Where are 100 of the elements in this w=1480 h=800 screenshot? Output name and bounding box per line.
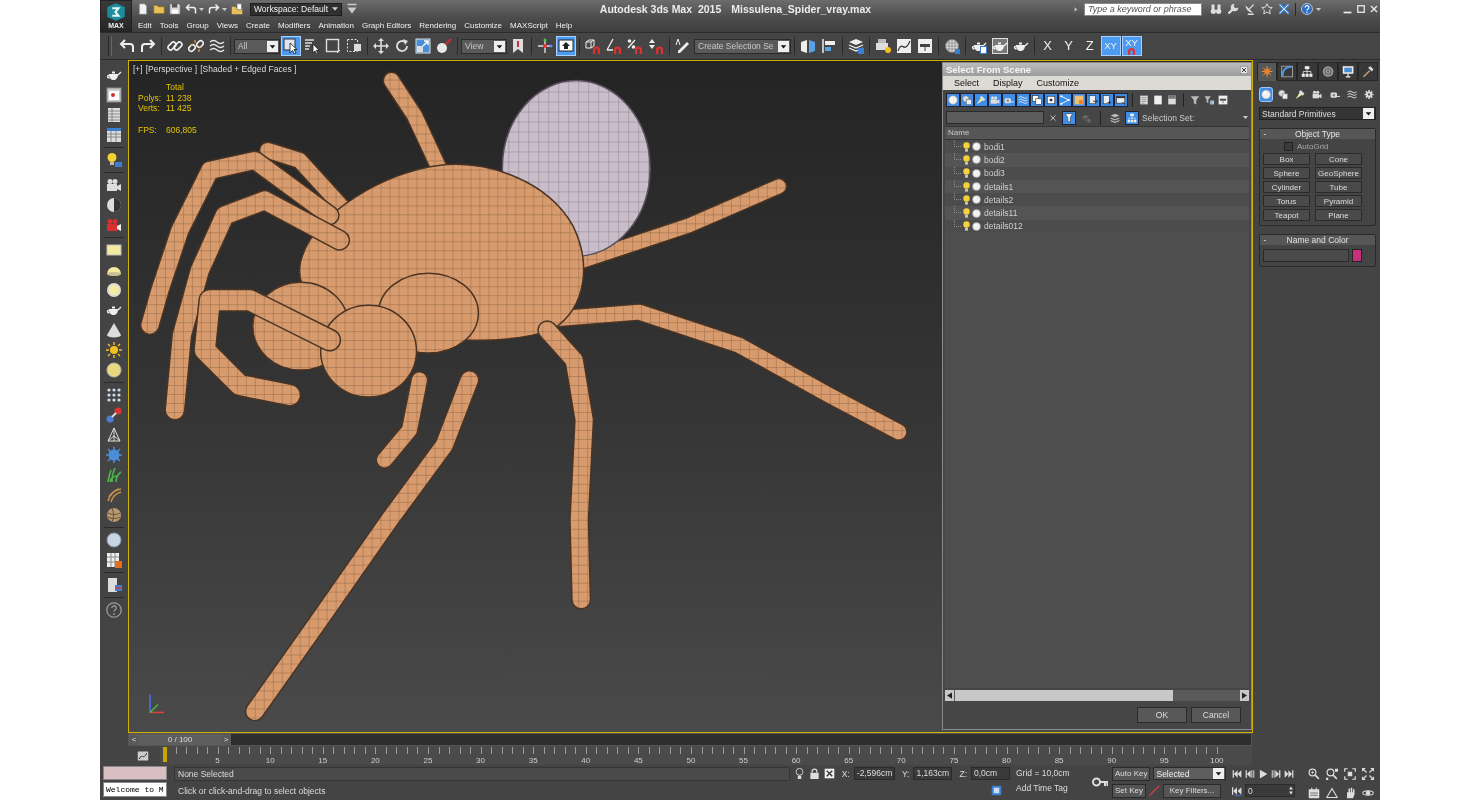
axis-button[interactable]: Y (1058, 36, 1079, 56)
selection-set-dropdown[interactable]: Selection Set: (1142, 112, 1248, 123)
sunburst-icon[interactable] (1257, 62, 1278, 81)
scrollbar-thumb[interactable] (955, 690, 1173, 701)
rollout-header[interactable]: - Object Type (1260, 129, 1375, 139)
menu-item[interactable]: Customize (460, 20, 507, 30)
find-field[interactable] (946, 111, 1044, 124)
name-field[interactable] (1263, 249, 1349, 262)
next-frame-button[interactable]: > (221, 734, 231, 745)
x-shape-icon[interactable] (1278, 3, 1290, 15)
wrench-icon[interactable] (1227, 3, 1239, 15)
spotlight-icon[interactable] (974, 92, 988, 107)
glossy-sphere-icon[interactable] (946, 92, 960, 107)
menu-item[interactable]: Animation (314, 20, 358, 30)
teapot-frame-icon[interactable] (989, 36, 1010, 56)
ball-pencil-icon[interactable] (434, 36, 454, 56)
yarn-ball-icon[interactable] (106, 507, 122, 523)
lock-icon[interactable] (808, 768, 820, 779)
magnet-cube-icon[interactable] (583, 36, 603, 56)
menu-item[interactable]: Modifiers (273, 20, 315, 30)
back-arrow-icon[interactable] (185, 3, 197, 15)
funnel-plus-icon[interactable] (1062, 110, 1076, 125)
caret-icon[interactable] (222, 7, 227, 11)
movie-camera-icon[interactable] (106, 177, 122, 193)
scale-square-icon[interactable] (413, 36, 433, 56)
time-slider-thumb[interactable]: 0 / 100 (139, 734, 221, 745)
collapse-sign[interactable]: - (1260, 129, 1270, 139)
left-triangle-icon[interactable] (945, 690, 954, 701)
wire-pyramid-icon[interactable] (106, 427, 122, 443)
primitive-button[interactable]: Torus (1263, 195, 1310, 207)
toolbar-dropdown[interactable]: All (234, 38, 280, 54)
frame-field[interactable]: 0 (1245, 784, 1295, 797)
grass-icon[interactable] (106, 467, 122, 483)
lightbulb-icon[interactable] (793, 768, 805, 779)
color-swatch-icon[interactable] (1352, 249, 1362, 262)
zoom-plus-icon[interactable] (1308, 768, 1320, 780)
arc-curve-icon[interactable] (1277, 62, 1298, 81)
primitive-button[interactable]: Cylinder (1263, 181, 1310, 193)
document-icon[interactable] (137, 3, 149, 15)
step-forward-icon[interactable] (1271, 768, 1281, 779)
category-dropdown[interactable]: Standard Primitives (1259, 107, 1376, 120)
half-moon-icon[interactable] (106, 197, 122, 213)
script-output-field[interactable]: Welcome to M (103, 782, 167, 797)
hand-icon[interactable] (1344, 786, 1356, 799)
tape-icon[interactable] (1002, 92, 1016, 107)
lightbulb-icon[interactable] (963, 154, 970, 165)
menu-item[interactable]: Tools (155, 20, 183, 30)
menu-item[interactable]: Group (182, 20, 213, 30)
dot-grid-icon[interactable] (106, 387, 122, 403)
magnet-dots-icon[interactable] (625, 36, 645, 56)
step-back-icon[interactable] (1245, 768, 1255, 779)
cursor-box-icon[interactable] (281, 36, 301, 56)
primitive-button[interactable]: Pyramid (1315, 195, 1362, 207)
axis-button[interactable]: Z (1079, 36, 1100, 56)
menu-item[interactable]: Rendering (415, 20, 461, 30)
linked-balls-icon[interactable] (106, 407, 122, 423)
lightbulb-icon[interactable] (963, 208, 970, 219)
sphere-icon[interactable] (106, 362, 122, 378)
sphere-icon[interactable] (106, 532, 122, 548)
cross-box-icon[interactable] (823, 768, 835, 779)
corner-arrows-icon[interactable] (1362, 768, 1374, 780)
caret-bar-icon[interactable] (346, 3, 358, 15)
table-icon[interactable] (106, 107, 122, 123)
rollout-header[interactable]: - Name and Color (1260, 235, 1375, 245)
triangle-outline-icon[interactable] (1326, 786, 1338, 799)
wavy-lines-icon[interactable] (1344, 87, 1359, 102)
skip-end-icon[interactable] (1284, 768, 1294, 779)
menu-item[interactable]: Select (949, 78, 984, 88)
lightbulb-icon[interactable] (963, 141, 970, 152)
time-slider-track[interactable]: < 0 / 100 > (128, 733, 1252, 746)
shapes-icon[interactable] (1276, 87, 1291, 102)
wavy-lines-icon[interactable] (1016, 92, 1030, 107)
sun-icon[interactable] (106, 342, 122, 358)
primitive-button[interactable]: Teapot (1263, 209, 1310, 221)
folder-document-icon[interactable] (231, 3, 243, 15)
toolbar-dropdown[interactable]: Create Selection Se (694, 38, 791, 54)
previous-frame-button[interactable]: < (129, 734, 139, 745)
auto-key-button[interactable]: Auto Key (1112, 766, 1151, 781)
movie-camera-icon[interactable] (988, 92, 1002, 107)
lightbulb-icon[interactable] (963, 168, 970, 179)
primitive-button[interactable]: Tube (1315, 181, 1362, 193)
folder-icon[interactable] (153, 3, 165, 15)
hierarchy-icon[interactable] (1125, 110, 1139, 125)
play-icon[interactable] (1258, 768, 1268, 779)
box-dot-icon[interactable] (1072, 92, 1086, 107)
primitive-button[interactable]: Sphere (1263, 167, 1310, 179)
four-way-arrow-icon[interactable] (371, 36, 391, 56)
stacked-squares-icon[interactable] (1030, 92, 1044, 107)
menu-item[interactable]: Create (241, 20, 274, 30)
collapse-sign[interactable]: - (1260, 235, 1270, 245)
toolbar-dropdown[interactable]: View (461, 38, 507, 54)
primitive-button[interactable]: Box (1263, 153, 1310, 165)
binoculars-icon[interactable] (1210, 3, 1222, 15)
hammer-icon[interactable] (1357, 62, 1379, 81)
axis-button[interactable]: X (1037, 36, 1058, 56)
magnifier-squares-icon[interactable] (1326, 768, 1338, 780)
checkbox[interactable] (1284, 142, 1293, 151)
primitive-button[interactable]: Cone (1315, 153, 1362, 165)
close-icon[interactable] (1240, 65, 1248, 74)
timeline-ruler[interactable]: 5 10 15 20 25 30 35 40 45 50 55 60 65 70 75 80 85 90 95 100 (160, 746, 1252, 765)
